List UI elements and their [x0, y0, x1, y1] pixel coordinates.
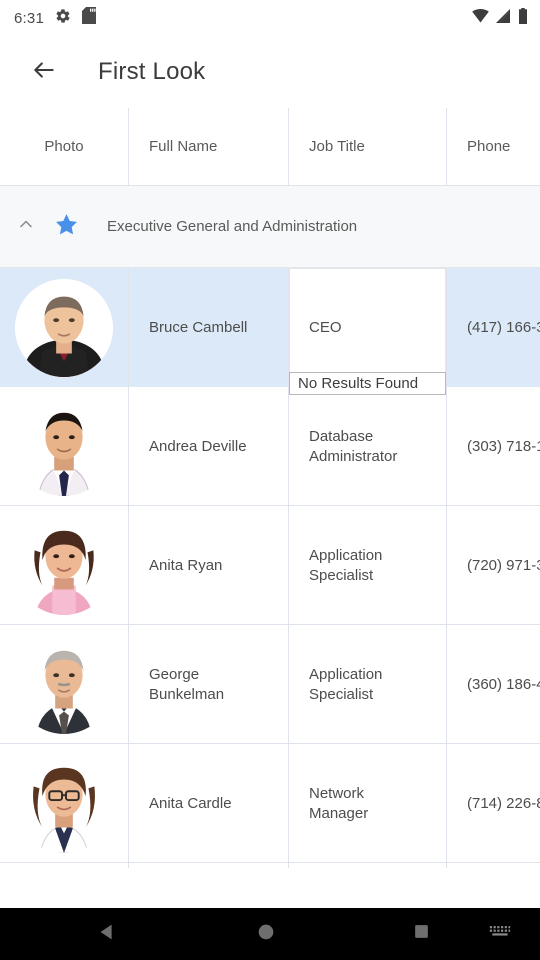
cell-photo[interactable] — [0, 506, 129, 625]
cell-full-name[interactable]: Bruce Cambell — [129, 268, 289, 387]
group-favorite-toggle[interactable] — [54, 212, 79, 242]
nav-back-triangle-icon — [96, 921, 118, 948]
cell-photo[interactable] — [0, 744, 129, 863]
column-header-job-title[interactable]: Job Title — [289, 108, 447, 185]
cell-phone[interactable]: (720) 971-3 — [447, 506, 540, 625]
cell-job-title[interactable]: Application Specialist — [289, 625, 447, 744]
cell-photo[interactable] — [0, 625, 129, 744]
avatar — [15, 278, 113, 377]
table-row[interactable] — [0, 863, 540, 868]
avatar — [15, 754, 113, 853]
cell-signal-icon — [496, 8, 511, 28]
cell-full-name-text: Bruce Cambell — [149, 318, 248, 336]
cell-photo[interactable] — [0, 268, 129, 387]
cell-full-name-text: Anita Ryan — [149, 556, 223, 574]
cell-full-name[interactable]: Andrea Deville — [129, 387, 289, 506]
grid-header-row: Photo Full Name Job Title Phone — [0, 108, 540, 186]
column-header-phone-label: Phone — [467, 138, 511, 155]
no-results-dropdown-text: No Results Found — [298, 375, 419, 392]
status-bar-clock: 6:31 — [14, 9, 44, 27]
cell-full-name[interactable]: George Bunkelman — [129, 625, 289, 744]
cell-phone[interactable]: (417) 166-3 — [447, 268, 540, 387]
chevron-up-icon — [16, 214, 36, 239]
wifi-icon — [472, 8, 489, 28]
no-results-dropdown[interactable]: No Results Found — [289, 372, 446, 395]
cell-phone[interactable] — [447, 863, 540, 868]
table-row[interactable]: Bruce Cambell CEO (417) 166-3 — [0, 268, 540, 387]
cell-full-name[interactable]: Anita Ryan — [129, 506, 289, 625]
status-bar-left: 6:31 — [14, 7, 96, 29]
cell-job-title[interactable] — [289, 863, 447, 868]
arrow-left-icon — [31, 57, 57, 88]
table-row[interactable]: Andrea Deville Database Administrator (3… — [0, 387, 540, 506]
nav-keyboard-icon — [489, 924, 511, 945]
status-bar-right — [472, 7, 528, 29]
column-header-full-name[interactable]: Full Name — [129, 108, 289, 185]
cell-job-title-text: Application Specialist — [309, 547, 383, 584]
page-title: First Look — [98, 58, 206, 85]
avatar — [15, 397, 113, 496]
status-bar: 6:31 — [0, 0, 540, 36]
group-header-label: Executive General and Administration — [107, 218, 358, 235]
cell-full-name-text: Anita Cardle — [149, 794, 232, 812]
column-header-full-name-label: Full Name — [149, 138, 218, 155]
group-header-row[interactable]: Executive General and Administration — [0, 186, 540, 268]
battery-icon — [518, 7, 528, 29]
app-bar: First Look — [0, 36, 540, 108]
android-navigation-bar — [0, 908, 540, 960]
cell-job-title-text: Network Manager — [309, 785, 369, 822]
column-header-phone[interactable]: Phone — [447, 108, 540, 185]
cell-phone[interactable]: (714) 226-8 — [447, 744, 540, 863]
cell-phone-text: (360) 186-4 — [467, 675, 540, 693]
avatar — [15, 516, 113, 615]
cell-full-name-text: George Bunkelman — [149, 666, 225, 703]
cell-full-name-text: Andrea Deville — [149, 437, 247, 455]
nav-recents-button[interactable] — [412, 922, 431, 946]
group-collapse-toggle[interactable] — [8, 209, 44, 245]
cell-job-title[interactable]: Network Manager — [289, 744, 447, 863]
cell-job-title[interactable]: Database Administrator — [289, 387, 447, 506]
cell-job-title-text: Application Specialist — [309, 666, 383, 703]
data-grid[interactable]: Photo Full Name Job Title Phone Executiv… — [0, 108, 540, 868]
gear-icon — [55, 8, 71, 29]
nav-home-button[interactable] — [255, 921, 277, 948]
cell-job-title[interactable]: CEO — [289, 268, 447, 387]
cell-job-title[interactable]: Application Specialist — [289, 506, 447, 625]
cell-phone-text: (714) 226-8 — [467, 794, 540, 812]
cell-job-title-text: CEO — [309, 318, 342, 336]
table-row[interactable]: Anita Cardle Network Manager (714) 226-8 — [0, 744, 540, 863]
sd-card-icon — [82, 7, 96, 29]
cell-phone-text: (720) 971-3 — [467, 556, 540, 574]
cell-phone[interactable]: (303) 718-1 — [447, 387, 540, 506]
column-header-job-title-label: Job Title — [309, 138, 365, 155]
table-row[interactable]: Anita Ryan Application Specialist (720) … — [0, 506, 540, 625]
nav-back-button[interactable] — [96, 921, 118, 948]
cell-full-name[interactable]: Anita Cardle — [129, 744, 289, 863]
star-icon — [54, 212, 79, 242]
column-header-photo-label: Photo — [44, 138, 84, 155]
nav-recents-square-icon — [412, 922, 431, 946]
avatar — [15, 635, 113, 734]
cell-phone[interactable]: (360) 186-4 — [447, 625, 540, 744]
cell-phone-text: (417) 166-3 — [467, 318, 540, 336]
table-row[interactable]: George Bunkelman Application Specialist … — [0, 625, 540, 744]
nav-home-circle-icon — [255, 921, 277, 948]
column-header-photo[interactable]: Photo — [0, 108, 129, 185]
cell-photo[interactable] — [0, 387, 129, 506]
cell-job-title-text: Database Administrator — [309, 428, 398, 465]
cell-photo[interactable] — [0, 863, 129, 868]
back-button[interactable] — [22, 50, 66, 94]
nav-keyboard-button[interactable] — [489, 924, 511, 945]
cell-phone-text: (303) 718-1 — [467, 437, 540, 455]
cell-full-name[interactable] — [129, 863, 289, 868]
